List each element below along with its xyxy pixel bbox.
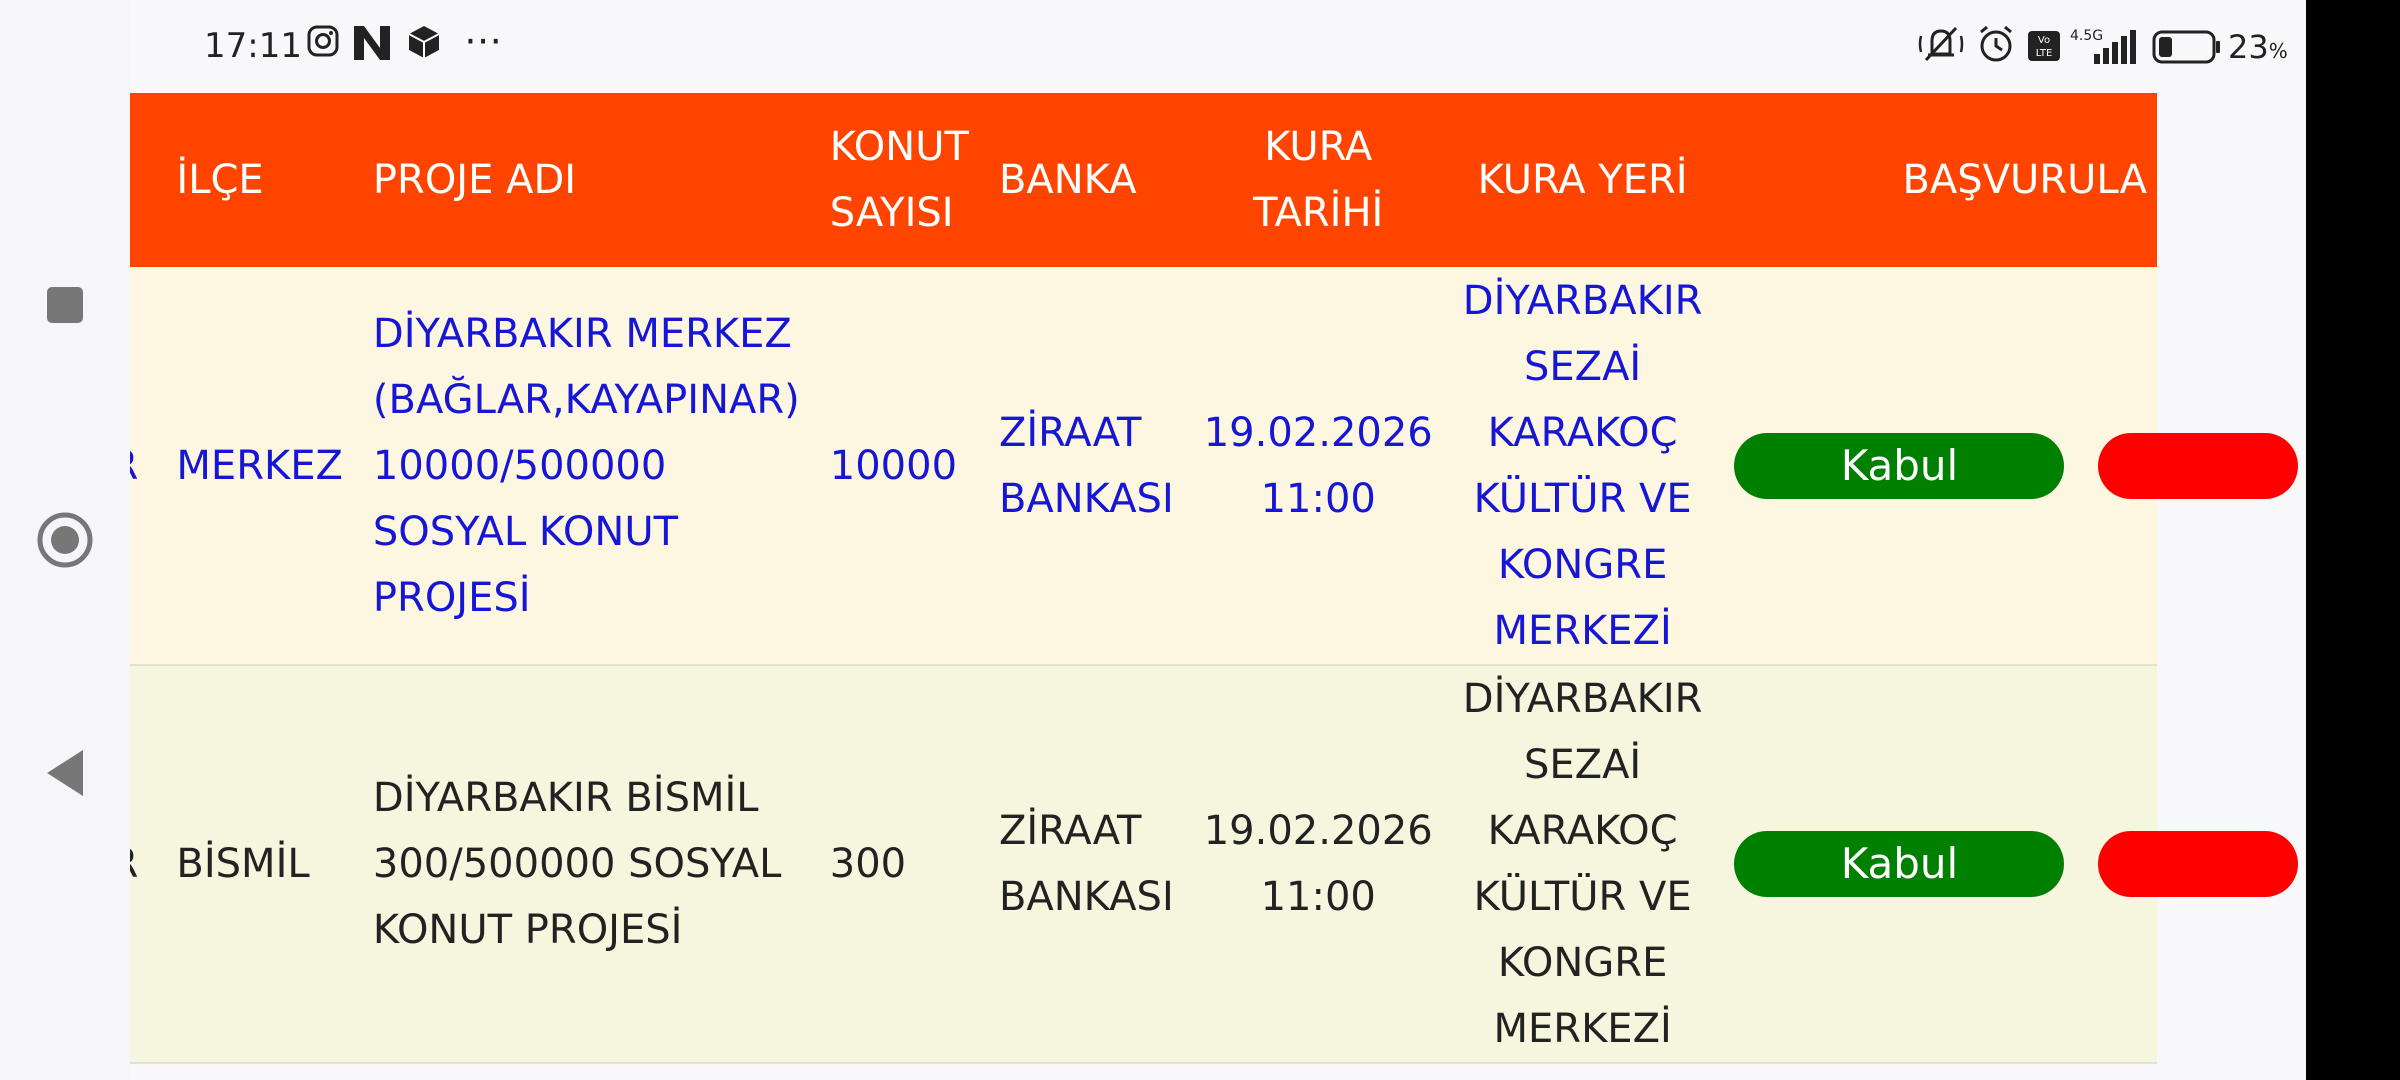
cell-kura-yeri: DİYARBAKIR SEZAİ KARAKOÇ KÜLTÜR VE KONGR… (1462, 676, 1703, 1052)
more-notifications-icon: ⋯ (464, 18, 506, 62)
kabul-button[interactable]: Kabul (1734, 432, 2065, 499)
header-banka: BANKA (998, 157, 1137, 203)
screen-edge (2306, 0, 2400, 1080)
header-kura-yeri: KURA YERİ (1477, 157, 1688, 203)
status-bar: 17:11 ⋯ Vo LTE 4.5G 23% (130, 0, 2306, 93)
square-recents-icon[interactable] (0, 240, 130, 370)
cell-kura-tarihi[interactable]: 19.02.2026 11:00 (1184, 267, 1443, 665)
housing-projects-table: İLÇE PROJE ADI KONUT SAYISI BANKA KURA T… (130, 93, 2299, 1064)
n-app-icon (352, 24, 392, 71)
cell-proje-adi: DİYARBAKIR BİSMİL 300/500000 SOSYAL KONU… (372, 775, 782, 953)
triangle-back-icon[interactable] (0, 708, 130, 838)
cell-proje-adi-link[interactable]: DİYARBAKIR MERKEZ (BAĞLAR,KAYAPINAR) 100… (353, 267, 810, 665)
battery-unit: % (2268, 39, 2288, 63)
volte-icon: Vo LTE (2028, 30, 2060, 70)
cell-kura-tarihi: 19.02.2026 11:00 (1203, 808, 1433, 920)
svg-text:Vo: Vo (2038, 35, 2050, 46)
kabul-button[interactable]: Kabul (1734, 831, 2065, 897)
header-kura-tarihi: KURA TARİHİ (1253, 124, 1384, 236)
header-basvuru: BAŞVURULA (1902, 157, 2147, 203)
cell-banka: ZİRAAT BANKASI (998, 808, 1174, 920)
circle-home-icon[interactable] (0, 475, 130, 605)
clock: 17:11 (204, 26, 302, 66)
signal-strength-icon: 4.5G (2068, 26, 2138, 75)
table-header-row: İLÇE PROJE ADI KONUT SAYISI BANKA KURA T… (130, 93, 2157, 267)
browser-viewport: 17:11 ⋯ Vo LTE 4.5G 23% İLÇE PROJE ADI K… (130, 0, 2306, 1080)
table-row: RBAKIR MERKEZ DİYARBAKIR MERKEZ (BAĞLAR,… (130, 267, 2299, 665)
header-proje-adi: PROJE ADI (372, 157, 577, 203)
system-navigation-bar (0, 0, 130, 1080)
table-row: RBAKIR BİSMİL DİYARBAKIR BİSMİL 300/5000… (130, 665, 2299, 1063)
header-il (130, 93, 156, 267)
battery-outline-icon (2152, 30, 2222, 73)
cell-konut-sayisi[interactable]: 10000 (810, 267, 979, 665)
svg-text:LTE: LTE (2036, 48, 2053, 59)
header-konut-sayisi: KONUT SAYISI (829, 124, 969, 236)
cell-il[interactable]: RBAKIR (130, 267, 156, 665)
housing-projects-table-container[interactable]: İLÇE PROJE ADI KONUT SAYISI BANKA KURA T… (130, 93, 2306, 1080)
battery-percentage: 23% (2228, 28, 2288, 66)
muted-bell-icon (1918, 24, 1964, 73)
reject-button[interactable] (2098, 831, 2299, 897)
cell-kura-yeri[interactable]: DİYARBAKIR SEZAİ KARAKOÇ KÜLTÜR VE KONGR… (1443, 267, 1713, 665)
cell-ilce: BİSMİL (176, 841, 310, 887)
cell-basvuru-actions: Kabul (1712, 267, 2299, 665)
cell-konut-sayisi: 300 (829, 841, 907, 887)
cell-ilce[interactable]: MERKEZ (156, 267, 352, 665)
package-box-icon (406, 24, 442, 69)
alarm-clock-icon (1976, 24, 2016, 73)
battery-value: 23 (2228, 28, 2269, 66)
header-ilce: İLÇE (176, 157, 264, 203)
cell-il: RBAKIR (130, 665, 156, 1063)
reject-button[interactable] (2098, 432, 2299, 499)
instagram-icon (306, 24, 340, 67)
network-type-label: 4.5G (2070, 28, 2103, 44)
cell-banka[interactable]: ZİRAAT BANKASI (979, 267, 1184, 665)
cell-basvuru-actions: Kabul (1712, 665, 2299, 1063)
